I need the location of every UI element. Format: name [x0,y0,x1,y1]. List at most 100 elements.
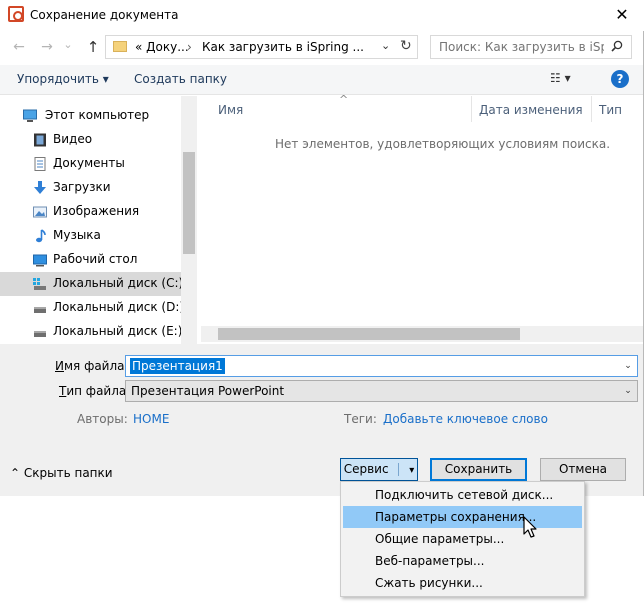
filetype-label: Тип файла: [59,384,130,398]
view-options-button[interactable]: ☷ ▾ [550,71,571,85]
address-dropdown-button[interactable]: ⌄ [381,39,390,52]
navigation-pane-scroll-thumb[interactable] [183,152,195,254]
filename-combobox[interactable]: Презентация1 ⌄ [125,355,638,377]
column-separator[interactable] [471,96,472,122]
video-icon [34,133,46,147]
forward-button[interactable]: → [36,36,58,58]
breadcrumb-current[interactable]: Как загрузить в iSpring ... [202,40,364,54]
filename-label: Имя файла: [55,359,129,373]
menu-item-label: Сжать рисунки... [375,576,483,590]
column-header-name[interactable]: Имя [218,103,243,117]
menu-item-save-options[interactable]: Параметры сохранения... [343,506,582,528]
column-header-type[interactable]: Тип [599,103,622,117]
sidebar-item-label: Изображения [53,204,140,218]
filename-label-mnemonic: И [55,359,64,373]
powerpoint-app-icon [8,6,24,22]
title-bar: Сохранение документа ✕ [0,0,644,31]
sidebar-item-downloads[interactable]: Загрузки [0,176,181,200]
menu-item-label: Общие параметры... [375,532,505,546]
documents-icon [34,157,46,171]
tags-value[interactable]: Добавьте ключевое слово [383,412,548,426]
column-separator[interactable] [591,96,592,122]
search-input[interactable] [439,39,604,55]
sidebar-item-label: Локальный диск (C:) [53,276,184,290]
authors-label: Авторы: [77,412,128,426]
window-title: Сохранение документа [30,8,179,22]
filetype-selected-value: Презентация PowerPoint [131,384,285,398]
tags-label: Теги: [344,412,377,426]
search-icon [611,40,623,52]
hide-folders-button[interactable]: ⌃ Скрыть папки [10,466,113,480]
sidebar-item-label: Локальный диск (E:) [53,324,183,338]
drive-icon [34,331,46,337]
filename-label-text: мя файла: [63,359,129,373]
sidebar-item-documents[interactable]: Документы [0,152,181,176]
sidebar-item-music[interactable]: Музыка [0,224,181,248]
sidebar-item-label: Загрузки [53,180,111,194]
sort-indicator-icon: ^ [339,93,349,106]
drive-icon [34,307,46,313]
breadcrumb-parent[interactable]: « Доку... [135,40,189,54]
music-icon [36,229,46,243]
sidebar-item-desktop[interactable]: Рабочий стол [0,248,181,272]
recent-locations-button[interactable]: ⌄ [60,34,76,56]
menu-item-map-network-drive[interactable]: Подключить сетевой диск... [343,484,582,506]
help-icon[interactable]: ? [611,70,629,88]
service-label: Сервис [343,462,389,476]
save-button[interactable]: Сохранить [430,458,527,481]
sidebar-item-drive-c[interactable]: Локальный диск (C:) [0,272,184,296]
mouse-cursor-icon [523,516,537,538]
sidebar-item-label: Рабочий стол [53,252,138,266]
hide-folders-label: Скрыть папки [23,466,113,480]
refresh-button[interactable]: ↻ [400,38,412,54]
filetype-label-text: ип файла: [66,384,131,398]
menu-item-label: Подключить сетевой диск... [375,488,554,502]
sidebar-item-label: Музыка [53,228,101,242]
menu-item-compress-pictures[interactable]: Сжать рисунки... [343,572,582,594]
chevron-up-icon: ⌃ [10,466,21,480]
menu-item-web-options[interactable]: Веб-параметры... [343,550,582,572]
breadcrumb-separator: › [187,40,192,54]
menu-item-general-options[interactable]: Общие параметры... [343,528,582,550]
filetype-select[interactable]: Презентация PowerPoint ⌄ [125,380,638,402]
sidebar-item-drive-d[interactable]: Локальный диск (D:) [0,296,185,320]
search-box[interactable] [430,35,632,59]
sidebar-item-video[interactable]: Видео [0,128,181,152]
folder-icon [113,41,127,52]
menu-item-label: Параметры сохранения... [375,510,537,524]
save-dialog: Сохранение документа ✕ ← → ⌄ ↑ « Доку...… [0,0,644,496]
filename-field[interactable]: Презентация1 [130,358,225,374]
sidebar-item-label: Видео [53,132,93,146]
downloads-icon [34,181,46,194]
service-button[interactable]: Сервис ▾ [340,458,418,481]
empty-list-message: Нет элементов, удовлетворяющих условиям … [275,137,611,151]
chevron-down-icon[interactable]: ⌄ [620,356,636,376]
authors-value[interactable]: HOME [133,412,169,426]
address-bar[interactable]: « Доку... › Как загрузить в iSpring ... … [105,35,418,59]
sidebar-item-label: Этот компьютер [45,108,150,122]
sidebar-item-pictures[interactable]: Изображения [0,200,181,224]
chevron-down-icon[interactable]: ⌄ [620,381,636,401]
organize-button[interactable]: Упорядочить ▾ [17,72,109,86]
file-list-scroll-thumb[interactable] [218,328,520,340]
command-toolbar: Упорядочить ▾ Создать папку ☷ ▾ ? [0,65,643,95]
column-header-date[interactable]: Дата изменения [479,103,583,117]
computer-icon [23,109,37,122]
pictures-icon [33,206,47,218]
desktop-icon [33,254,47,267]
new-folder-button[interactable]: Создать папку [134,72,227,86]
navigation-pane: Этот компьютер Видео Документы Загрузки [0,96,198,344]
close-button[interactable]: ✕ [604,4,640,26]
caret-down-icon: ▾ [409,465,415,476]
up-button[interactable]: ↑ [82,36,104,58]
sidebar-item-label: Локальный диск (D:) [53,300,185,314]
drive-c-icon [33,278,46,290]
file-list: Имя ^ Дата изменения Тип Нет элементов, … [199,93,643,344]
sidebar-item-this-pc[interactable]: Этот компьютер [0,104,181,128]
back-button[interactable]: ← [8,36,30,58]
service-dropdown-menu: Подключить сетевой диск... Параметры сох… [340,481,585,597]
split-separator [398,463,400,476]
cancel-button[interactable]: Отмена [540,458,626,481]
sidebar-item-drive-e[interactable]: Локальный диск (E:) [0,320,183,344]
sidebar-item-label: Документы [53,156,125,170]
